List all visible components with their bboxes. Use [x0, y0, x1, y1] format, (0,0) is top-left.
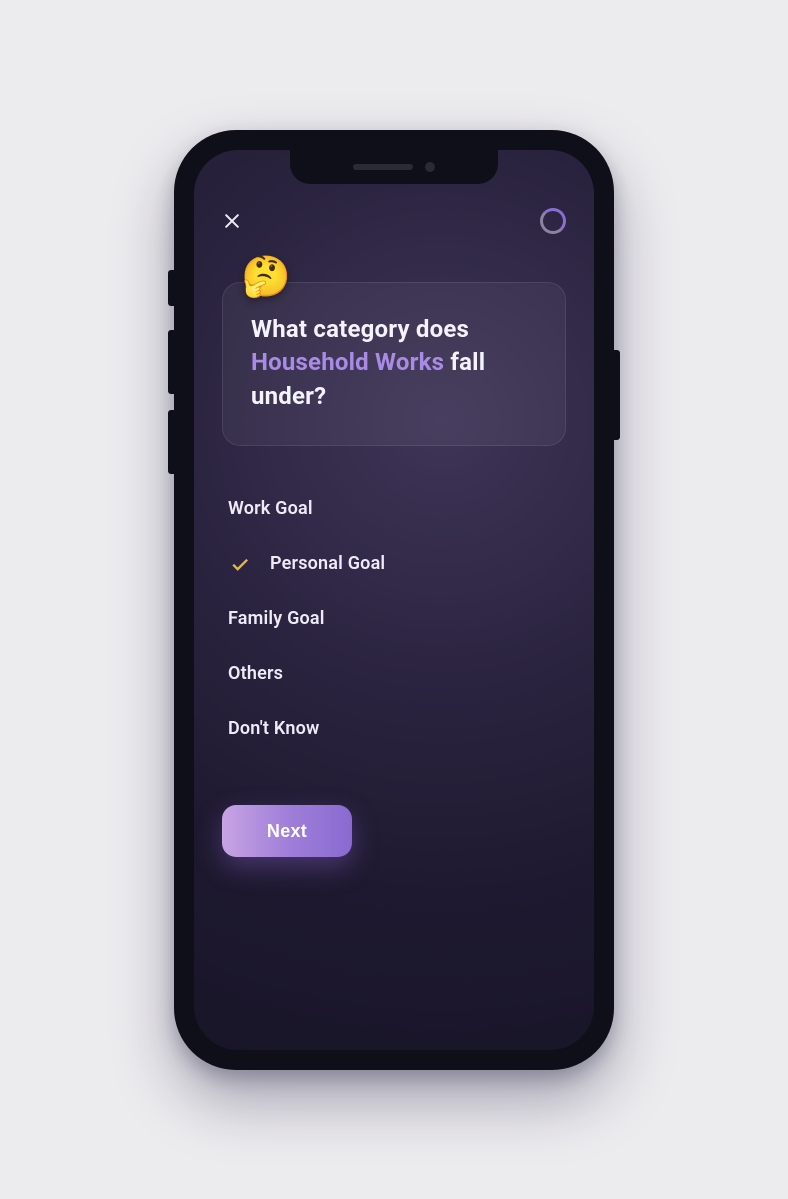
- option-label: Personal Goal: [270, 553, 385, 574]
- phone-side-button: [168, 410, 174, 474]
- loading-spinner-icon: [540, 208, 566, 234]
- speaker: [353, 164, 413, 170]
- thinking-emoji-icon: 🤔: [241, 257, 291, 297]
- check-slot: [228, 554, 252, 574]
- phone-side-button: [168, 330, 174, 394]
- phone-frame: 🤔 What category does Household Works fal…: [174, 130, 614, 1070]
- header: [222, 204, 566, 238]
- option-label: Others: [228, 663, 283, 684]
- option-item[interactable]: Don't Know: [228, 708, 566, 749]
- next-button[interactable]: Next: [222, 805, 352, 857]
- option-label: Don't Know: [228, 718, 319, 739]
- check-icon: [228, 554, 252, 574]
- phone-side-button: [168, 270, 174, 306]
- option-label: Family Goal: [228, 608, 325, 629]
- question-card: 🤔 What category does Household Works fal…: [222, 282, 566, 447]
- app-content: 🤔 What category does Household Works fal…: [194, 150, 594, 1050]
- option-item[interactable]: Family Goal: [228, 598, 566, 639]
- question-prefix: What category does: [251, 315, 469, 343]
- question-text: What category does Household Works fall …: [251, 313, 537, 414]
- phone-side-button: [614, 350, 620, 440]
- close-icon: [222, 211, 242, 231]
- option-item[interactable]: Personal Goal: [228, 543, 566, 584]
- option-item[interactable]: Work Goal: [228, 488, 566, 529]
- question-highlight: Household Works: [251, 348, 444, 376]
- option-item[interactable]: Others: [228, 653, 566, 694]
- options-list: Work Goal Personal Goal Family Goal Others D…: [222, 488, 566, 749]
- screen: 🤔 What category does Household Works fal…: [194, 150, 594, 1050]
- close-button[interactable]: [222, 211, 242, 231]
- front-camera: [425, 162, 435, 172]
- option-label: Work Goal: [228, 498, 313, 519]
- phone-notch: [290, 150, 498, 184]
